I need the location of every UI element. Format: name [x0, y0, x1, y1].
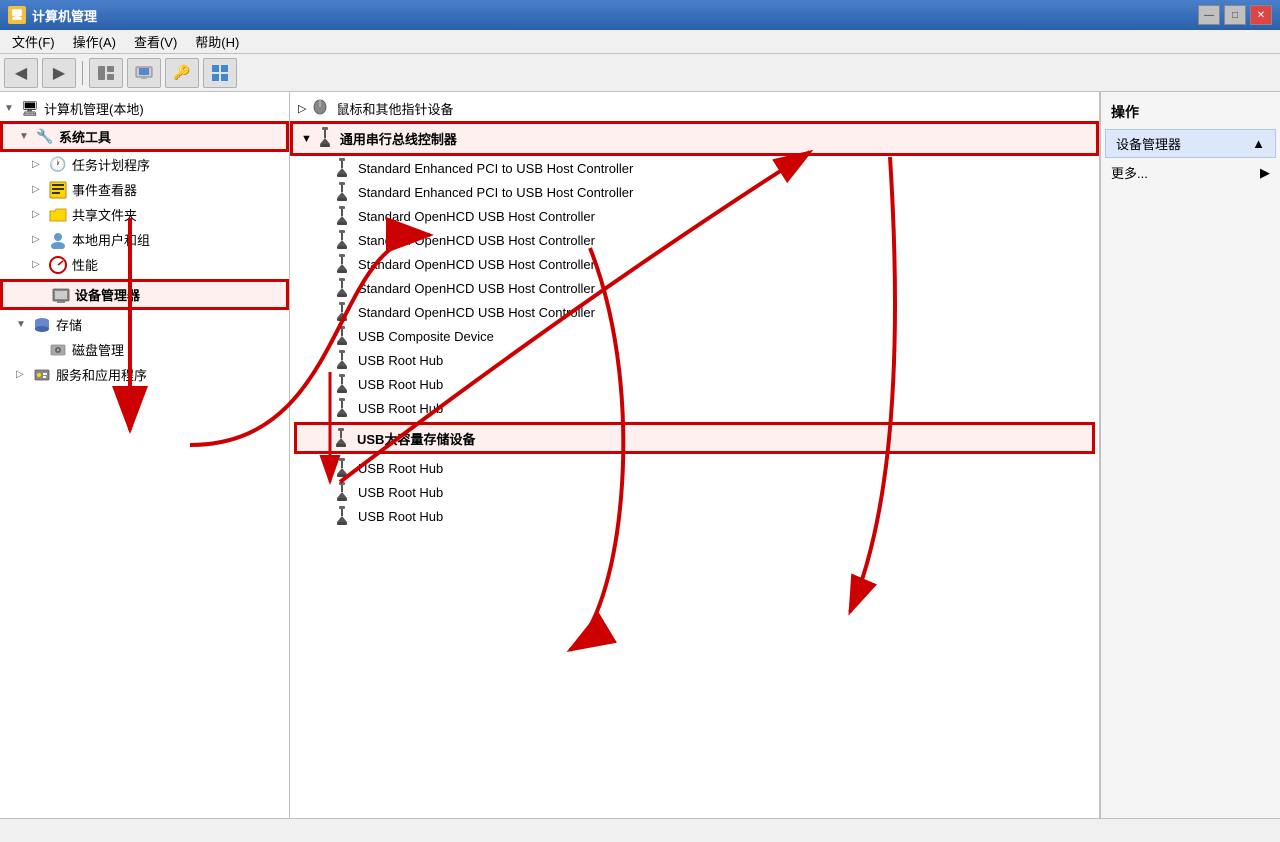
- device-list: ▷ 鼠标和其他指针设备 ▼: [290, 92, 1099, 532]
- show-tree-button[interactable]: [89, 58, 123, 88]
- device-item[interactable]: Standard OpenHCD USB Host Controller: [290, 228, 1099, 252]
- device-item[interactable]: USB Root Hub: [290, 456, 1099, 480]
- sidebar-item-device-manager[interactable]: 设备管理器: [0, 279, 289, 310]
- sidebar-item-shared-folders[interactable]: ▷ 共享文件夹: [0, 202, 289, 227]
- usb-device-icon: [334, 230, 350, 250]
- actions-more-label: 更多...: [1111, 163, 1148, 182]
- menu-view[interactable]: 查看(V): [126, 30, 185, 53]
- sidebar-item-performance[interactable]: ▷ 性能: [0, 252, 289, 277]
- actions-device-manager-label: 设备管理器: [1116, 134, 1181, 153]
- device-label: USB Root Hub: [358, 509, 443, 524]
- grid-button[interactable]: [203, 58, 237, 88]
- actions-more[interactable]: 更多... ▶: [1101, 159, 1280, 186]
- sidebar-item-local-users[interactable]: ▷ 本地用户和组: [0, 227, 289, 252]
- actions-device-manager[interactable]: 设备管理器 ▲: [1105, 129, 1276, 158]
- usb-device-icon: [334, 302, 350, 322]
- key-button[interactable]: 🔑: [165, 58, 199, 88]
- sidebar-item-event-viewer[interactable]: ▷ 事件查看器: [0, 177, 289, 202]
- device-label: USB Root Hub: [358, 461, 443, 476]
- usb-device-icon: [334, 398, 350, 418]
- usb-device-icon: [334, 182, 350, 202]
- back-button[interactable]: ◀: [4, 58, 38, 88]
- actions-panel: 操作 设备管理器 ▲ 更多... ▶: [1100, 92, 1280, 818]
- toolbar: ◀ ▶ 🔑: [0, 54, 1280, 92]
- device-label: Standard OpenHCD USB Host Controller: [358, 233, 595, 248]
- usb-device-icon: [334, 506, 350, 526]
- device-item[interactable]: Standard Enhanced PCI to USB Host Contro…: [290, 156, 1099, 180]
- sidebar: ▼ 🖥 计算机管理(本地) ▼ 🔧 系统工具 ▷ 🕐 任务计划程序 ▷: [0, 92, 290, 818]
- actions-header: 操作: [1101, 96, 1280, 128]
- device-item[interactable]: Standard OpenHCD USB Host Controller: [290, 276, 1099, 300]
- menu-bar: 文件(F) 操作(A) 查看(V) 帮助(H): [0, 30, 1280, 54]
- title-bar: 🖥 计算机管理 — □ ✕: [0, 0, 1280, 30]
- usb-device-icon: [334, 206, 350, 226]
- device-label: USB Root Hub: [358, 353, 443, 368]
- mouse-section[interactable]: ▷ 鼠标和其他指针设备: [290, 96, 1099, 121]
- device-item[interactable]: Standard OpenHCD USB Host Controller: [290, 252, 1099, 276]
- sidebar-item-services[interactable]: ▷ 服务和应用程序: [0, 362, 289, 387]
- window-container: 🖥 计算机管理 — □ ✕ 文件(F) 操作(A) 查看(V) 帮助(H) ◀ …: [0, 0, 1280, 842]
- device-item[interactable]: USB Root Hub: [290, 372, 1099, 396]
- usb-section-label: 通用串行总线控制器: [340, 129, 457, 148]
- close-button[interactable]: ✕: [1250, 5, 1272, 25]
- sidebar-item-task-scheduler[interactable]: ▷ 🕐 任务计划程序: [0, 152, 289, 177]
- usb-section-header[interactable]: ▼ 通用串行总线控制器: [290, 121, 1099, 156]
- device-item[interactable]: Standard OpenHCD USB Host Controller: [290, 300, 1099, 324]
- device-label: USB Root Hub: [358, 377, 443, 392]
- device-label: Standard Enhanced PCI to USB Host Contro…: [358, 161, 633, 176]
- usb-device-icon: [333, 428, 349, 448]
- status-bar: [0, 818, 1280, 842]
- sidebar-item-disk-management[interactable]: 磁盘管理: [0, 337, 289, 362]
- device-label: USB Root Hub: [358, 485, 443, 500]
- actions-more-arrow-icon: ▶: [1260, 165, 1270, 181]
- device-label: Standard Enhanced PCI to USB Host Contro…: [358, 185, 633, 200]
- content-area: ▷ 鼠标和其他指针设备 ▼: [290, 92, 1100, 818]
- device-label: USB Composite Device: [358, 329, 494, 344]
- device-item[interactable]: USB Root Hub: [290, 396, 1099, 420]
- device-items-container: Standard Enhanced PCI to USB Host Contro…: [290, 156, 1099, 528]
- actions-arrow-icon: ▲: [1252, 136, 1265, 151]
- toolbar-separator-1: [82, 61, 83, 85]
- forward-button[interactable]: ▶: [42, 58, 76, 88]
- usb-device-icon: [334, 326, 350, 346]
- usb-device-icon: [334, 158, 350, 178]
- device-item[interactable]: USB Root Hub: [290, 480, 1099, 504]
- main-layout: ▼ 🖥 计算机管理(本地) ▼ 🔧 系统工具 ▷ 🕐 任务计划程序 ▷: [0, 92, 1280, 818]
- usb-device-icon: [334, 350, 350, 370]
- device-label: Standard OpenHCD USB Host Controller: [358, 305, 595, 320]
- usb-device-icon: [334, 458, 350, 478]
- sidebar-root[interactable]: ▼ 🖥 计算机管理(本地): [0, 96, 289, 121]
- device-item[interactable]: USB Root Hub: [290, 348, 1099, 372]
- window-title: 计算机管理: [32, 6, 97, 25]
- usb-device-icon: [334, 278, 350, 298]
- minimize-button[interactable]: —: [1198, 5, 1220, 25]
- usb-device-icon: [334, 482, 350, 502]
- device-item[interactable]: USB Root Hub: [290, 504, 1099, 528]
- app-icon: 🖥: [8, 6, 26, 24]
- menu-file[interactable]: 文件(F): [4, 30, 63, 53]
- usb-device-icon: [334, 254, 350, 274]
- computer-button[interactable]: [127, 58, 161, 88]
- device-item[interactable]: Standard OpenHCD USB Host Controller: [290, 204, 1099, 228]
- sidebar-item-system-tools[interactable]: ▼ 🔧 系统工具: [0, 121, 289, 152]
- menu-action[interactable]: 操作(A): [65, 30, 124, 53]
- device-label: USB大容量存储设备: [357, 429, 475, 448]
- usb-device-icon: [334, 374, 350, 394]
- device-label: Standard OpenHCD USB Host Controller: [358, 209, 595, 224]
- menu-help[interactable]: 帮助(H): [187, 30, 247, 53]
- device-label: USB Root Hub: [358, 401, 443, 416]
- sidebar-item-storage[interactable]: ▼ 存储: [0, 312, 289, 337]
- device-item[interactable]: USB大容量存储设备: [294, 422, 1095, 454]
- device-item[interactable]: USB Composite Device: [290, 324, 1099, 348]
- mouse-section-label: 鼠标和其他指针设备: [336, 99, 453, 118]
- maximize-button[interactable]: □: [1224, 5, 1246, 25]
- device-item[interactable]: Standard Enhanced PCI to USB Host Contro…: [290, 180, 1099, 204]
- device-label: Standard OpenHCD USB Host Controller: [358, 257, 595, 272]
- device-label: Standard OpenHCD USB Host Controller: [358, 281, 595, 296]
